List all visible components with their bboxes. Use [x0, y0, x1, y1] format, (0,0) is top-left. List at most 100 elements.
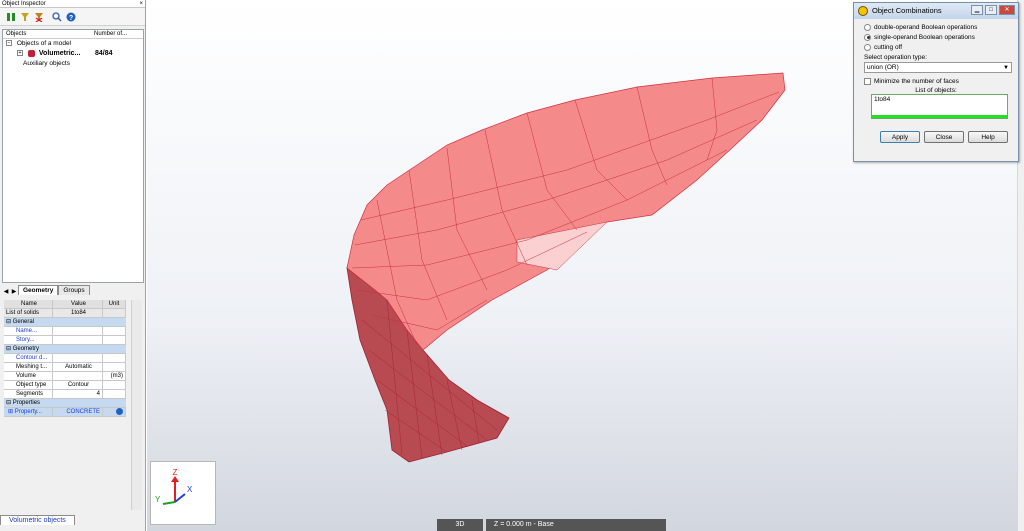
group-label: Geometry: [12, 346, 40, 352]
tree-item-volumetric[interactable]: + Volumetric... 84/84: [3, 49, 143, 59]
z-axis-label: Z: [173, 468, 178, 477]
help-icon[interactable]: ?: [65, 11, 76, 22]
minimize-faces-checkbox[interactable]: [864, 78, 871, 85]
level-indicator[interactable]: Z = 0.000 m - Base: [486, 519, 666, 531]
header-value: Value: [53, 300, 103, 308]
property-name: List of solids: [4, 309, 53, 317]
inspector-tabs: ◀ ▶ Geometry Groups: [2, 284, 144, 295]
group-label: General: [12, 319, 35, 325]
tree-column-objects[interactable]: Objects: [3, 30, 91, 38]
close-icon[interactable]: ×: [139, 0, 143, 8]
property-group-properties[interactable]: ⊟ Properties: [4, 399, 126, 408]
property-name: Meshing t...: [4, 363, 53, 371]
property-unit: (m3): [103, 372, 126, 380]
dialog-body: double-operand Boolean operations single…: [854, 19, 1018, 146]
property-row-list-of-solids[interactable]: List of solids 1to84: [4, 309, 126, 318]
property-name: Volume: [4, 372, 53, 380]
inspector-title: Object Inspector: [2, 1, 46, 7]
solid-icon: [27, 49, 35, 57]
close-button[interactable]: Close: [924, 131, 964, 143]
property-row-property[interactable]: ⊞ Property... CONCRETE: [4, 408, 126, 417]
search-icon[interactable]: [51, 11, 62, 22]
property-value: [53, 372, 103, 380]
property-value[interactable]: Contour: [53, 381, 103, 389]
property-unit: [103, 390, 126, 398]
property-value[interactable]: [53, 336, 103, 344]
model-shell-surface: [346, 72, 786, 351]
expand-icon[interactable]: +: [17, 50, 23, 57]
property-row-meshing[interactable]: Meshing t... Automatic: [4, 363, 126, 372]
tree-column-number[interactable]: Number of...: [91, 30, 127, 38]
apply-button[interactable]: Apply: [880, 131, 920, 143]
property-row-object-type[interactable]: Object type Contour: [4, 381, 126, 390]
x-axis-label: X: [187, 485, 193, 494]
property-value[interactable]: 4: [53, 390, 103, 398]
option-label: double-operand Boolean operations: [874, 23, 978, 31]
property-unit: [103, 327, 126, 335]
option-label: single-operand Boolean operations: [874, 33, 975, 41]
bottom-tabs: Volumetric objects: [0, 514, 146, 525]
clear-filter-icon[interactable]: [33, 11, 44, 22]
property-value[interactable]: Automatic: [53, 363, 103, 371]
minimize-faces-option[interactable]: Minimize the number of faces: [864, 77, 1008, 86]
property-grid: Name Value Unit List of solids 1to84 ⊟ G…: [4, 300, 126, 417]
tree-item-auxiliary[interactable]: Auxiliary objects: [3, 59, 143, 69]
property-row-volume[interactable]: Volume (m3): [4, 372, 126, 381]
property-unit: [103, 336, 126, 344]
view-mode-indicator[interactable]: 3D: [437, 519, 483, 531]
radio-button[interactable]: [864, 43, 871, 51]
tab-geometry[interactable]: Geometry: [18, 285, 59, 295]
tab-groups[interactable]: Groups: [58, 285, 90, 295]
minimize-icon[interactable]: ▁: [971, 5, 983, 15]
property-row-segments[interactable]: Segments 4: [4, 390, 126, 399]
window-controls: ▁ □ ✕: [971, 5, 1015, 15]
help-icon[interactable]: [116, 408, 123, 415]
select-label: Select operation type:: [864, 54, 927, 61]
object-tree: Objects Number of... − Objects of a mode…: [2, 29, 144, 283]
property-row-contour[interactable]: Contour d...: [4, 354, 126, 363]
chevron-down-icon[interactable]: ▼: [1003, 63, 1009, 73]
radio-button[interactable]: [864, 33, 871, 41]
property-name: Property...: [14, 409, 42, 415]
status-bar: 3D Z = 0.000 m - Base: [437, 519, 666, 531]
operation-type-select[interactable]: union (OR) ▼: [864, 62, 1012, 73]
property-group-geometry[interactable]: ⊟ Geometry: [4, 345, 126, 354]
list-value: 1to84: [874, 96, 891, 103]
property-name: Contour d...: [4, 354, 53, 362]
filter-icon[interactable]: [19, 11, 30, 22]
y-axis-label: Y: [155, 495, 161, 504]
tree-view-icon[interactable]: [5, 11, 16, 22]
option-single-operand[interactable]: single-operand Boolean operations: [864, 32, 1008, 42]
property-group-general[interactable]: ⊟ General: [4, 318, 126, 327]
tree-item-label: Volumetric...: [38, 50, 81, 57]
tab-scroll-left-icon[interactable]: ◀: [2, 288, 10, 295]
object-combinations-dialog: Object Combinations ▁ □ ✕ double-operand…: [853, 2, 1019, 162]
property-value[interactable]: CONCRETE: [53, 408, 103, 416]
tab-volumetric-objects[interactable]: Volumetric objects: [0, 515, 75, 525]
dialog-buttons: Apply Close Help: [864, 131, 1008, 143]
property-row-story[interactable]: Story...: [4, 336, 126, 345]
property-value[interactable]: [53, 327, 103, 335]
property-name: Name...: [4, 327, 53, 335]
property-scrollbar[interactable]: [131, 300, 142, 510]
help-button[interactable]: Help: [968, 131, 1008, 143]
collapse-icon[interactable]: −: [6, 40, 12, 47]
header-unit: Unit: [103, 300, 126, 308]
list-of-objects-input[interactable]: 1to84: [871, 94, 1008, 119]
property-row-name[interactable]: Name...: [4, 327, 126, 336]
tab-scroll-right-icon[interactable]: ▶: [10, 288, 18, 295]
tree-item-objects-of-model[interactable]: − Objects of a model: [3, 39, 143, 49]
property-help-cell: [103, 408, 126, 416]
property-value[interactable]: [53, 354, 103, 362]
tree-item-label: Objects of a model: [16, 40, 72, 47]
option-double-operand[interactable]: double-operand Boolean operations: [864, 22, 1008, 32]
dialog-titlebar[interactable]: Object Combinations ▁ □ ✕: [854, 3, 1018, 19]
tree-item-label: Auxiliary objects: [23, 60, 70, 67]
select-value: union (OR): [867, 64, 899, 71]
radio-button[interactable]: [864, 23, 871, 31]
option-cutting-off[interactable]: cutting off: [864, 42, 1008, 52]
x-axis-icon: [174, 493, 186, 503]
maximize-icon[interactable]: □: [985, 5, 997, 15]
close-icon[interactable]: ✕: [999, 5, 1015, 15]
property-header: Name Value Unit: [4, 300, 126, 309]
